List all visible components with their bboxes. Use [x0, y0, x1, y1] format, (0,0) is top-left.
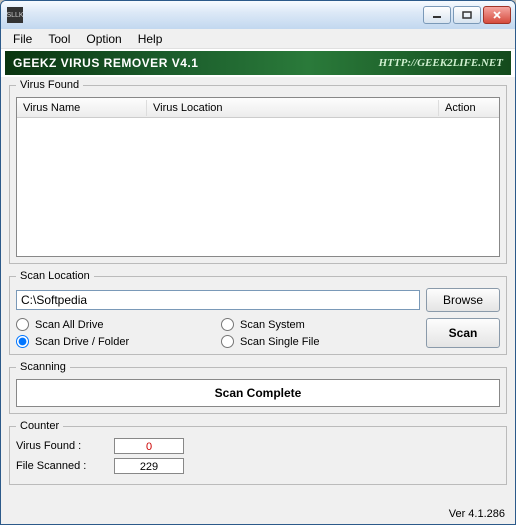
radio-drive-folder[interactable]: Scan Drive / Folder — [16, 335, 211, 348]
app-window: SLLK File Tool Option Help GEEKZ VIRUS R… — [0, 0, 516, 525]
virus-found-group: Virus Found Virus Name Virus Location Ac… — [9, 79, 507, 264]
window-controls — [423, 6, 511, 24]
menu-tool[interactable]: Tool — [40, 30, 78, 48]
browse-button[interactable]: Browse — [426, 288, 500, 312]
counter-group: Counter Virus Found : 0 File Scanned : 2… — [9, 420, 507, 485]
radio-system[interactable]: Scan System — [221, 318, 416, 331]
file-scanned-value: 229 — [114, 458, 184, 474]
path-input[interactable] — [16, 290, 420, 310]
radio-all-drive[interactable]: Scan All Drive — [16, 318, 211, 331]
version-label: Ver 4.1.286 — [1, 508, 515, 524]
scan-location-group: Scan Location Browse Scan All Drive Scan… — [9, 270, 507, 355]
menu-file[interactable]: File — [5, 30, 40, 48]
scanning-group: Scanning Scan Complete — [9, 361, 507, 414]
col-virus-location[interactable]: Virus Location — [147, 100, 439, 116]
scan-button[interactable]: Scan — [426, 318, 500, 348]
scan-status: Scan Complete — [16, 379, 500, 407]
virus-table[interactable]: Virus Name Virus Location Action — [16, 97, 500, 257]
col-action[interactable]: Action — [439, 100, 499, 116]
file-scanned-label: File Scanned : — [16, 460, 106, 472]
radio-single-file[interactable]: Scan Single File — [221, 335, 416, 348]
scanning-legend: Scanning — [16, 361, 70, 373]
table-header: Virus Name Virus Location Action — [17, 98, 499, 118]
menubar: File Tool Option Help — [1, 29, 515, 49]
counter-legend: Counter — [16, 420, 63, 432]
virus-found-label: Virus Found : — [16, 440, 106, 452]
banner-title: GEEKZ VIRUS REMOVER V4.1 — [13, 56, 198, 70]
col-virus-name[interactable]: Virus Name — [17, 100, 147, 116]
content-area: Virus Found Virus Name Virus Location Ac… — [1, 77, 515, 508]
virus-found-legend: Virus Found — [16, 79, 83, 91]
close-button[interactable] — [483, 6, 511, 24]
app-icon: SLLK — [7, 7, 23, 23]
menu-option[interactable]: Option — [78, 30, 129, 48]
menu-help[interactable]: Help — [130, 30, 171, 48]
minimize-button[interactable] — [423, 6, 451, 24]
banner-url: HTTP://GEEK2LIFE.NET — [379, 57, 503, 69]
titlebar[interactable]: SLLK — [1, 1, 515, 29]
scan-location-legend: Scan Location — [16, 270, 94, 282]
maximize-button[interactable] — [453, 6, 481, 24]
banner: GEEKZ VIRUS REMOVER V4.1 HTTP://GEEK2LIF… — [5, 51, 511, 75]
virus-found-value: 0 — [114, 438, 184, 454]
